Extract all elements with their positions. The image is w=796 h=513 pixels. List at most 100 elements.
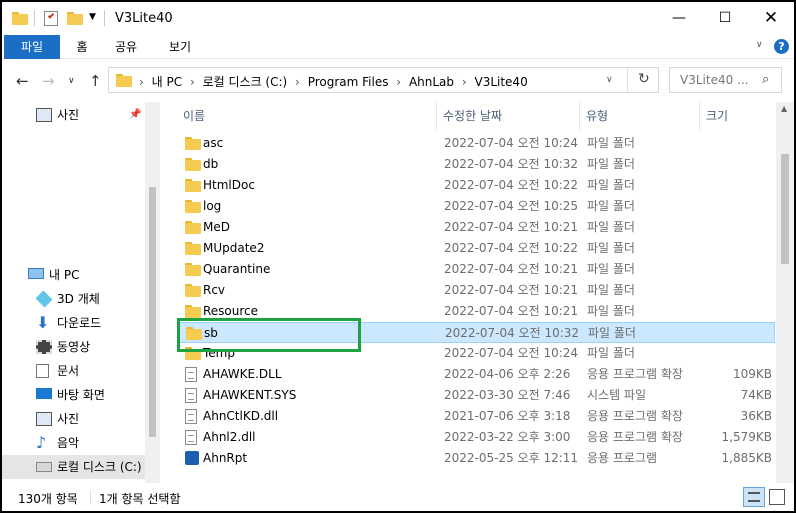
tab-home[interactable]: 홈 bbox=[65, 35, 99, 59]
file-type: 파일 폴더 bbox=[587, 199, 635, 213]
file-list-scrollbar[interactable]: ▲ bbox=[776, 102, 794, 483]
new-folder-icon[interactable] bbox=[67, 12, 83, 25]
column-header-row: ^ 이름 수정한 날짜 유형 크기 bbox=[160, 102, 776, 130]
address-dropdown-icon[interactable]: ∨ bbox=[606, 75, 613, 85]
sidebar-item-pictures[interactable]: 사진 bbox=[2, 407, 145, 431]
search-box[interactable]: V3Lite40 ... ⌕ bbox=[669, 67, 782, 93]
details-view-button[interactable] bbox=[743, 487, 765, 507]
breadcrumb-item[interactable]: 내 PC bbox=[152, 75, 182, 89]
scrollbar-thumb[interactable] bbox=[781, 154, 789, 264]
file-date: 2021-07-06 오후 3:18 bbox=[444, 409, 571, 423]
file-icon bbox=[185, 409, 197, 424]
address-bar[interactable]: › 내 PC › 로컬 디스크 (C:) › Program Files › A… bbox=[108, 67, 659, 93]
table-row[interactable]: AhnCtlKD.dll 2021-07-06 오후 3:18 응용 프로그램 확장… bbox=[177, 406, 775, 427]
download-icon: ⬇ bbox=[36, 313, 50, 332]
folder-icon bbox=[116, 74, 132, 87]
divider bbox=[104, 10, 105, 26]
table-row[interactable]: db 2022-07-04 오전 10:32 파일 폴더 bbox=[177, 154, 775, 175]
file-name: AHAWKENT.SYS bbox=[203, 388, 297, 402]
file-name: AhnCtlKD.dll bbox=[203, 409, 279, 423]
sidebar-item-videos[interactable]: 동영상 bbox=[2, 335, 145, 359]
breadcrumb-separator: › bbox=[461, 75, 467, 89]
up-arrow-icon[interactable]: ↑ bbox=[89, 72, 102, 90]
breadcrumb-item[interactable]: V3Lite40 bbox=[474, 75, 527, 89]
table-row[interactable]: Quarantine 2022-07-04 오전 10:21 파일 폴더 bbox=[177, 259, 775, 280]
file-date: 2022-03-30 오전 7:46 bbox=[444, 388, 571, 402]
tab-view[interactable]: 보기 bbox=[160, 35, 200, 59]
forward-arrow-icon[interactable]: → bbox=[42, 72, 55, 90]
file-size: 1,885KB bbox=[721, 451, 772, 465]
breadcrumb-item[interactable]: Program Files bbox=[308, 75, 389, 89]
file-type: 응용 프로그램 bbox=[587, 451, 658, 465]
file-name: Ahnl2.dll bbox=[203, 430, 256, 444]
column-name[interactable]: 이름 bbox=[177, 102, 437, 130]
recent-locations-icon[interactable]: ∨ bbox=[68, 76, 75, 86]
sidebar-item-local-disk[interactable]: 로컬 디스크 (C:) bbox=[2, 455, 145, 479]
search-input[interactable]: V3Lite40 ... bbox=[680, 73, 748, 87]
table-row[interactable]: AhnRpt 2022-05-25 오후 12:11 응용 프로그램 1,885KB bbox=[177, 448, 775, 469]
column-type[interactable]: 유형 bbox=[580, 102, 700, 130]
maximize-button[interactable]: ☐ bbox=[702, 2, 748, 35]
folder-icon bbox=[185, 200, 201, 213]
search-icon[interactable]: ⌕ bbox=[762, 72, 769, 87]
scroll-up-icon[interactable]: ▲ bbox=[781, 104, 787, 113]
file-type: 파일 폴더 bbox=[587, 283, 635, 297]
folder-icon bbox=[185, 242, 201, 255]
divider bbox=[34, 10, 35, 26]
file-date: 2022-07-04 오전 10:25 bbox=[444, 199, 579, 213]
table-row[interactable]: Ahnl2.dll 2022-03-22 오후 3:00 응용 프로그램 확장 1,5… bbox=[177, 427, 775, 448]
sidebar-item-this-pc[interactable]: 내 PC bbox=[2, 263, 137, 287]
file-type: 파일 폴더 bbox=[587, 262, 635, 276]
quick-access-photos[interactable]: 사진 📌 bbox=[2, 103, 145, 127]
back-arrow-icon[interactable]: ← bbox=[16, 72, 29, 90]
breadcrumb-item[interactable]: 로컬 디스크 (C:) bbox=[203, 75, 288, 89]
table-row[interactable]: asc 2022-07-04 오전 10:24 파일 폴더 bbox=[177, 133, 775, 154]
drive-icon bbox=[36, 462, 52, 472]
file-name: Rcv bbox=[203, 283, 226, 297]
navigation-scrollbar[interactable] bbox=[145, 102, 160, 483]
sidebar-item-3d-objects[interactable]: 3D 개체 bbox=[2, 287, 145, 311]
large-icons-view-button[interactable] bbox=[769, 489, 785, 505]
table-row[interactable]: MeD 2022-07-04 오전 10:21 파일 폴더 bbox=[177, 217, 775, 238]
properties-icon[interactable] bbox=[44, 11, 58, 26]
title-bar: ▼ V3Lite40 — ☐ ✕ bbox=[2, 2, 794, 35]
file-date: 2022-07-04 오전 10:32 bbox=[445, 326, 580, 340]
table-row[interactable]: AHAWKENT.SYS 2022-03-30 오전 7:46 시스템 파일 74KB bbox=[177, 385, 775, 406]
table-row[interactable]: log 2022-07-04 오전 10:25 파일 폴더 bbox=[177, 196, 775, 217]
explorer-window: ▼ V3Lite40 — ☐ ✕ 파일 홈 공유 보기 ∨ ? ← → ∨ ↑ … bbox=[2, 2, 794, 511]
divider bbox=[90, 490, 91, 504]
computer-icon bbox=[28, 268, 44, 279]
document-icon bbox=[36, 364, 49, 378]
pin-icon[interactable]: 📌 bbox=[129, 103, 141, 127]
customize-toolbar-icon[interactable]: ▼ bbox=[89, 12, 96, 22]
scrollbar-thumb[interactable] bbox=[149, 187, 156, 437]
file-name: MeD bbox=[203, 220, 230, 234]
minimize-button[interactable]: — bbox=[656, 2, 702, 35]
file-date: 2022-07-04 오전 10:22 bbox=[444, 241, 579, 255]
refresh-icon[interactable]: ↻ bbox=[638, 71, 650, 87]
sidebar-item-desktop[interactable]: 바탕 화면 bbox=[2, 383, 145, 407]
table-row[interactable]: AHAWKE.DLL 2022-04-06 오후 2:26 응용 프로그램 확장 10… bbox=[177, 364, 775, 385]
sidebar-item-documents[interactable]: 문서 bbox=[2, 359, 145, 383]
file-date: 2022-05-25 오후 12:11 bbox=[444, 451, 579, 465]
breadcrumb-item[interactable]: AhnLab bbox=[409, 75, 454, 89]
tab-file[interactable]: 파일 bbox=[4, 35, 60, 59]
table-row[interactable]: HtmlDoc 2022-07-04 오전 10:22 파일 폴더 bbox=[177, 175, 775, 196]
file-icon bbox=[185, 430, 197, 445]
sidebar-item-downloads[interactable]: ⬇ 다운로드 bbox=[2, 311, 145, 335]
file-type: 응용 프로그램 확장 bbox=[587, 367, 683, 381]
table-row[interactable]: MUpdate2 2022-07-04 오전 10:22 파일 폴더 bbox=[177, 238, 775, 259]
film-icon bbox=[36, 340, 52, 354]
expand-ribbon-icon[interactable]: ∨ bbox=[756, 40, 763, 50]
column-size[interactable]: 크기 bbox=[700, 102, 776, 130]
table-row[interactable]: Rcv 2022-07-04 오전 10:21 파일 폴더 bbox=[177, 280, 775, 301]
file-date: 2022-07-04 오전 10:21 bbox=[444, 262, 579, 276]
sidebar-item-music[interactable]: ♪ 음악 bbox=[2, 431, 145, 455]
help-icon[interactable]: ? bbox=[774, 39, 789, 54]
close-button[interactable]: ✕ bbox=[748, 2, 794, 35]
column-date-modified[interactable]: 수정한 날짜 bbox=[437, 102, 580, 130]
selection-count: 1개 항목 선택함 bbox=[99, 492, 181, 506]
desktop-icon bbox=[36, 388, 52, 399]
tab-share[interactable]: 공유 bbox=[108, 35, 144, 59]
folder-icon bbox=[185, 137, 201, 150]
